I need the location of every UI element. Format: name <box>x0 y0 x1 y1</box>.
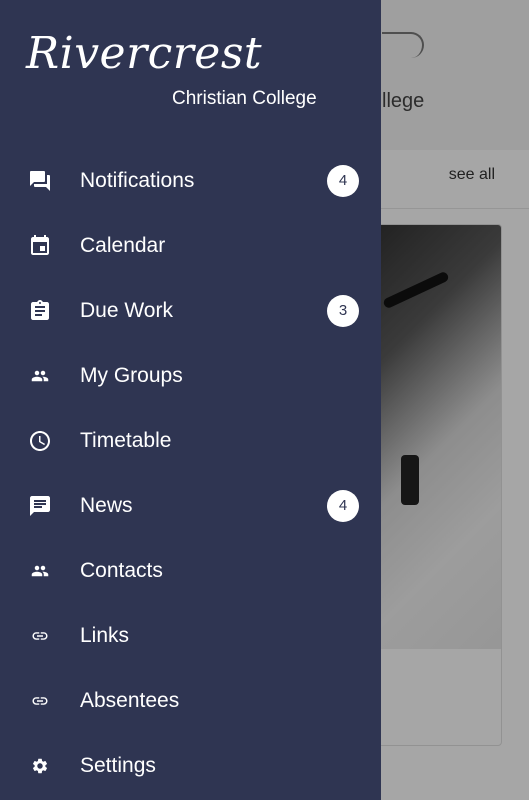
school-logo: Rivercrest Christian College <box>26 28 346 118</box>
gear-icon <box>28 754 52 778</box>
menu-item-settings[interactable]: Settings <box>0 733 381 798</box>
chat-bubbles-icon <box>28 169 52 193</box>
menu-item-label: Settings <box>80 753 156 777</box>
link-icon <box>28 624 52 648</box>
menu-item-label: My Groups <box>80 363 183 387</box>
menu-item-label: Links <box>80 623 130 647</box>
menu-item-links[interactable]: Links <box>0 603 381 668</box>
people-icon <box>28 559 52 583</box>
menu-item-timetable[interactable]: Timetable <box>0 408 381 473</box>
menu-item-due-work[interactable]: Due Work 3 <box>0 278 381 343</box>
menu-item-label: News <box>80 493 133 517</box>
menu-item-label: Absentees <box>80 688 180 712</box>
logo-main-text: Rivercrest <box>26 28 263 79</box>
logo-sub-text: Christian College <box>172 88 317 109</box>
people-icon <box>28 364 52 388</box>
menu-item-label: Notifications <box>80 168 195 192</box>
menu-item-label: Timetable <box>80 428 172 452</box>
clipboard-icon <box>28 299 52 323</box>
calendar-icon <box>28 234 52 258</box>
menu-item-label: Calendar <box>80 233 166 257</box>
message-icon <box>28 494 52 518</box>
count-badge: 3 <box>327 294 359 327</box>
menu-item-news[interactable]: News 4 <box>0 473 381 538</box>
menu-item-label: Due Work <box>80 298 173 322</box>
menu-item-my-groups[interactable]: My Groups <box>0 343 381 408</box>
menu-item-calendar[interactable]: Calendar <box>0 213 381 278</box>
menu-item-contacts[interactable]: Contacts <box>0 538 381 603</box>
navigation-drawer: Rivercrest Christian College Notificatio… <box>0 0 381 800</box>
menu-item-absentees[interactable]: Absentees <box>0 668 381 733</box>
link-icon <box>28 689 52 713</box>
count-badge: 4 <box>327 164 359 197</box>
menu-item-notifications[interactable]: Notifications 4 <box>0 148 381 213</box>
clock-icon <box>28 429 52 453</box>
count-badge: 4 <box>327 489 359 522</box>
drawer-menu: Notifications 4 Calendar Due Work 3 My Groups… <box>0 148 381 798</box>
menu-item-label: Contacts <box>80 558 163 582</box>
